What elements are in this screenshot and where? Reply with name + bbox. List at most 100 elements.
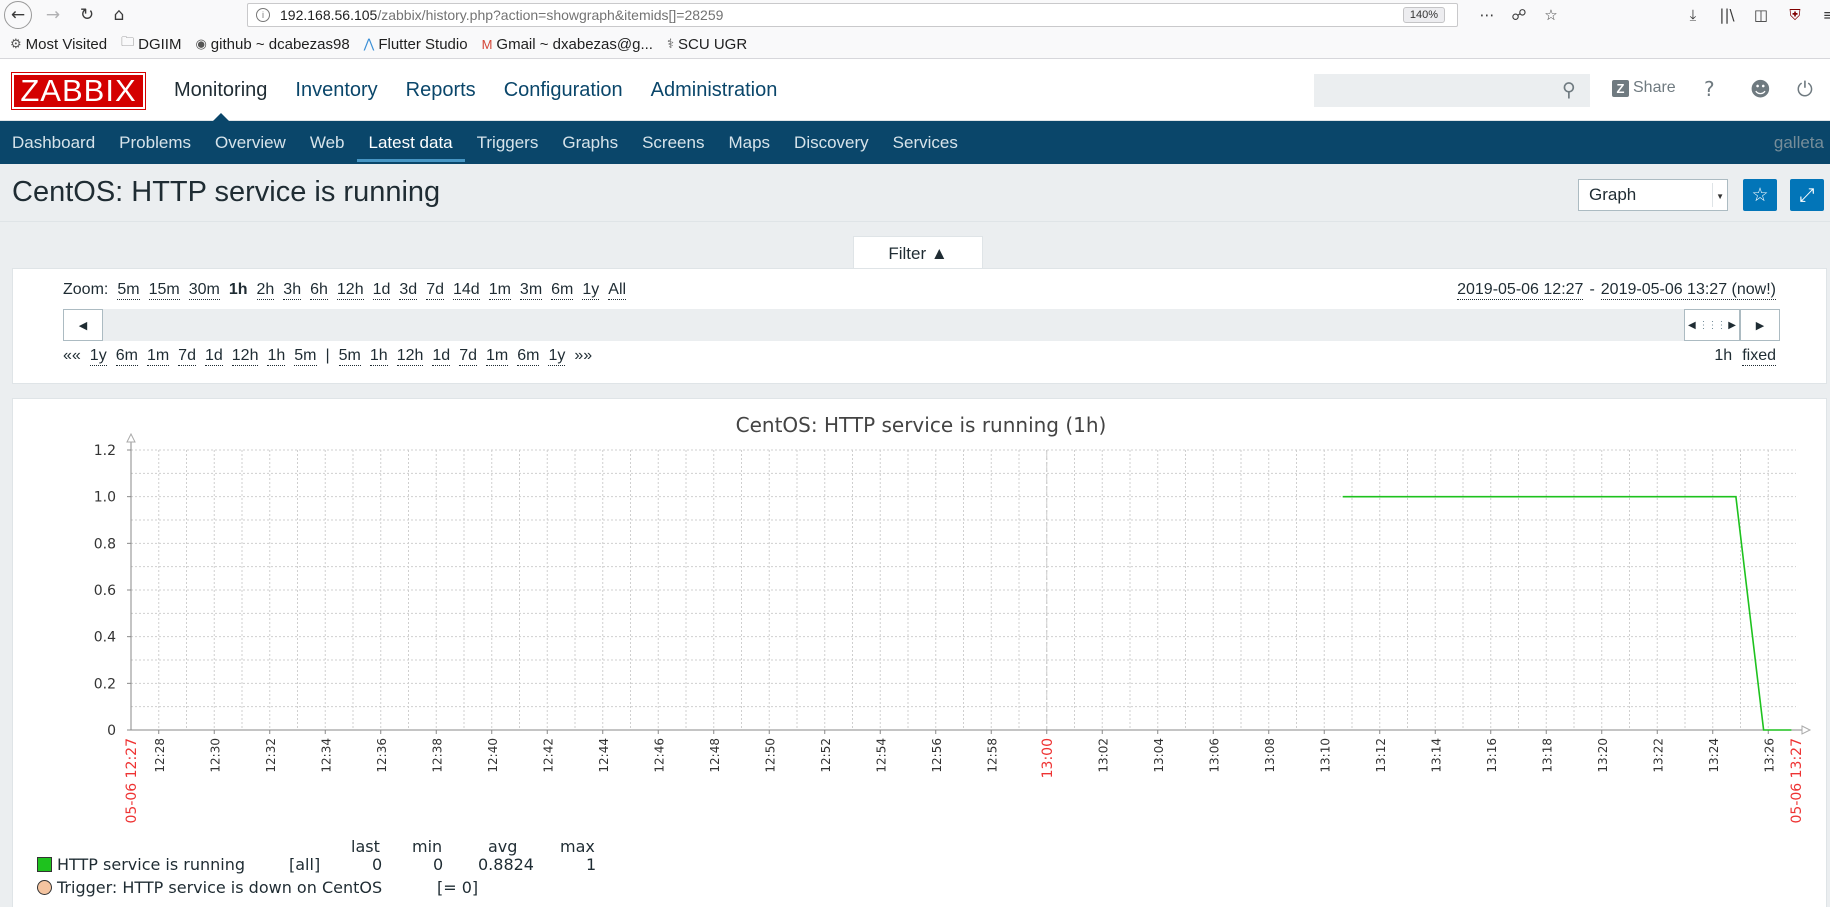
back-link[interactable]: 12h [231,347,259,366]
filter-tab[interactable]: Filter ▲ [853,236,983,269]
zoom-option[interactable]: 15m [148,281,180,300]
zoom-option[interactable]: 7d [426,281,444,300]
fullscreen-expand-icon[interactable]: ⤢ [1790,179,1824,211]
user-profile-icon[interactable]: ☻ [1750,77,1771,101]
history-graph[interactable]: CentOS: HTTP service is running (1h) 0 0.… [13,399,1828,837]
back-link[interactable]: 5m [294,347,317,366]
submenu-services[interactable]: Services [881,121,970,164]
menu-icon[interactable]: ≡ [1816,2,1830,28]
back-link[interactable]: 1d [204,347,223,366]
submenu-screens[interactable]: Screens [630,121,716,164]
forward-link[interactable]: 7d [459,347,477,366]
library-icon[interactable]: ||\ [1714,2,1740,28]
back-start-link[interactable]: «« [63,347,81,366]
forward-link[interactable]: 12h [396,347,424,366]
forward-link[interactable]: 1d [432,347,451,366]
submenu-web[interactable]: Web [298,121,357,164]
graph-panel: CentOS: HTTP service is running (1h) 0 0.… [12,398,1827,907]
zoom-option[interactable]: 6h [310,281,328,300]
zoom-option[interactable]: 3h [283,281,302,300]
zoom-option[interactable]: 3d [399,281,418,300]
menu-reports[interactable]: Reports [392,59,490,121]
submenu-discovery[interactable]: Discovery [782,121,881,164]
bookmark-star-icon[interactable]: ☆ [1538,2,1564,28]
submenu-triggers[interactable]: Triggers [465,121,551,164]
forward-end-link[interactable]: »» [574,347,592,366]
zoom-option[interactable]: 1y [582,281,600,300]
graph-grid [131,449,1796,730]
pocket-icon[interactable]: ☍ [1506,2,1532,28]
zoom-option[interactable]: 14d [452,281,480,300]
forward-arrow-icon[interactable]: → [40,2,66,28]
ublock-icon[interactable]: ⛨ [1782,2,1808,28]
bookmark-flutter-studio[interactable]: ⋀ Flutter Studio [364,36,468,53]
time-from[interactable]: 2019-05-06 12:27 [1457,281,1584,300]
bookmark-dgiim[interactable]: 🗀 DGIIM [121,33,181,55]
menu-monitoring[interactable]: Monitoring [160,59,281,121]
menu-inventory[interactable]: Inventory [281,59,391,121]
bookmark-github[interactable]: ◉ github ~ dcabezas98 [195,36,349,53]
download-icon[interactable]: ⤓ [1680,2,1706,28]
back-arrow-icon[interactable]: ← [4,1,32,29]
menu-administration[interactable]: Administration [637,59,792,121]
zoom-level-badge[interactable]: 140% [1402,7,1445,23]
scroll-left-arrow-icon[interactable]: ◀ [63,309,103,341]
zoom-option[interactable]: 1d [372,281,391,300]
forward-link[interactable]: 1m [485,347,509,366]
bookmark-scu-ugr[interactable]: ⚕ SCU UGR [667,36,747,53]
zabbix-logo[interactable]: ZABBIX [11,72,146,110]
add-to-favourites-star-icon[interactable]: ☆ [1743,179,1777,211]
view-select[interactable]: Graph ▼ [1578,179,1728,211]
zoom-option[interactable]: 6m [551,281,574,300]
search-field[interactable] [1314,74,1590,107]
submenu-problems[interactable]: Problems [107,121,203,164]
handle-right-arrow-icon[interactable]: ▶ [1728,320,1736,331]
fixed-toggle[interactable]: fixed [1742,347,1776,366]
menu-configuration[interactable]: Configuration [490,59,637,121]
bookmark-most-visited[interactable]: ⚙ Most Visited [10,36,107,53]
share-button[interactable]: Z Share [1612,79,1676,97]
legend-col-last: last [351,837,380,856]
help-icon[interactable]: ? [1704,77,1715,101]
zoom-option[interactable]: 30m [188,281,220,300]
submenu-overview[interactable]: Overview [203,121,298,164]
submenu-latest-data[interactable]: Latest data [356,121,465,164]
zoom-option[interactable]: 12h [336,281,364,300]
period-length: 1h [1714,347,1733,364]
x-tick-label: 12:54 [874,738,888,773]
scroll-right-arrow-icon[interactable]: ▶ [1740,309,1780,341]
home-icon[interactable]: ⌂ [106,2,132,28]
back-link[interactable]: 1m [146,347,170,366]
time-to[interactable]: 2019-05-06 13:27 (now!) [1600,281,1776,300]
page-actions-icon[interactable]: ⋯ [1474,2,1500,28]
back-link[interactable]: 1h [267,347,286,366]
reload-icon[interactable]: ↻ [74,2,100,28]
bookmark-gmail[interactable]: M Gmail ~ dxabezas@g... [482,36,653,53]
forward-link[interactable]: 1y [548,347,566,366]
logout-power-icon[interactable]: ⏻ [1797,77,1813,101]
back-link[interactable]: 7d [178,347,196,366]
zoom-option[interactable]: 2h [256,281,275,300]
timeline-handle[interactable]: ◀ ⋮⋮⋮ ▶ [1684,309,1740,341]
submenu-graphs[interactable]: Graphs [550,121,630,164]
back-link[interactable]: 1y [89,347,107,366]
zoom-option-selected[interactable]: 1h [229,281,248,300]
zoom-option[interactable]: 1m [488,281,511,300]
search-input[interactable] [1315,75,1589,106]
forward-link[interactable]: 5m [338,347,361,366]
zoom-option[interactable]: All [608,281,627,300]
timeline-scrollbar[interactable]: ◀ ◀ ⋮⋮⋮ ▶ ▶ [63,309,1780,341]
zoom-option[interactable]: 3m [519,281,543,300]
back-link[interactable]: 6m [115,347,138,366]
forward-link[interactable]: 1h [369,347,388,366]
info-icon[interactable]: i [256,8,270,22]
forward-link[interactable]: 6m [517,347,540,366]
handle-left-arrow-icon[interactable]: ◀ [1688,320,1696,331]
submenu-maps[interactable]: Maps [716,121,782,164]
zoom-option[interactable]: 5m [117,281,140,300]
search-icon[interactable]: ⚲ [1562,79,1576,101]
address-bar[interactable]: i 192.168.56.105/zabbix/history.php?acti… [247,3,1458,27]
submenu-dashboard[interactable]: Dashboard [0,121,107,164]
sidebar-icon[interactable]: ◫ [1748,2,1774,28]
gmail-icon: M [481,36,493,52]
